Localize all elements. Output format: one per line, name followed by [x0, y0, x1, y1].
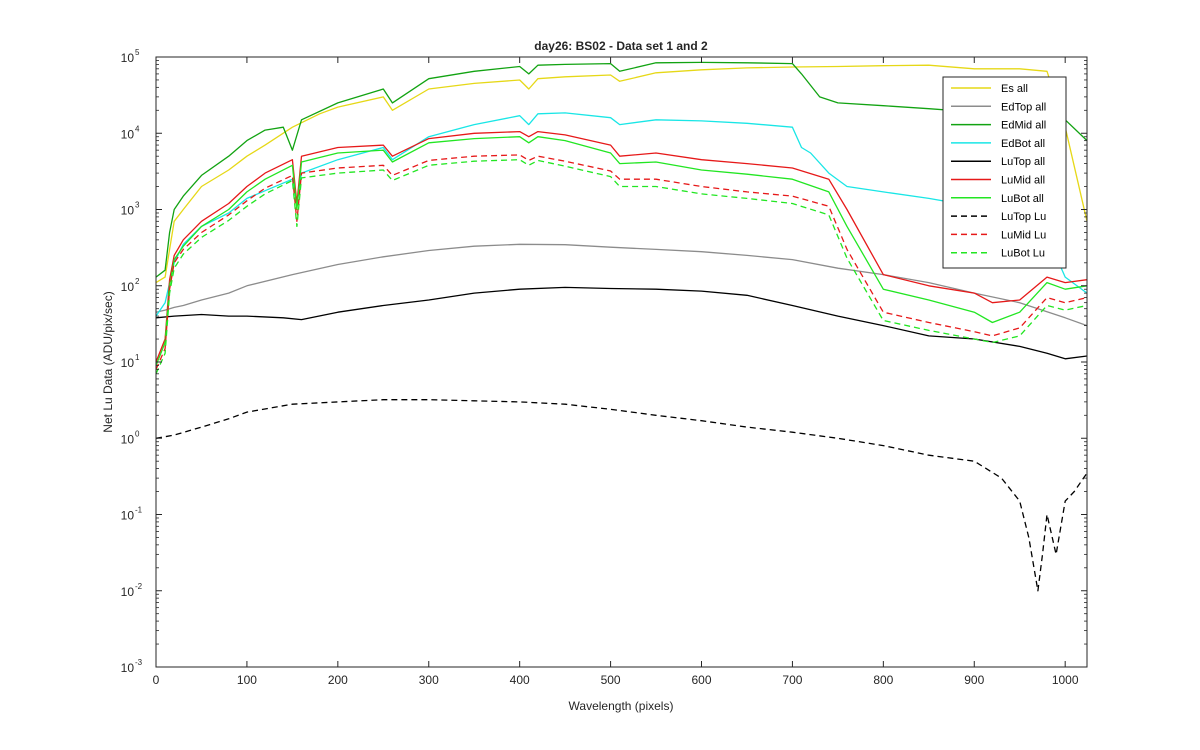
chart: 0 100 200 300 400 500 600 700 800 900 1000 10 510 41… [0, 0, 1200, 750]
y-tick-exponent--2: -2 [135, 582, 143, 591]
y-tick-exponent--1: -1 [135, 506, 143, 515]
x-tick-label-200: 200 [328, 673, 348, 687]
x-tick-label-100: 100 [237, 673, 257, 687]
x-tick-label-300: 300 [419, 673, 439, 687]
y-tick-label-3: 10 [121, 204, 135, 218]
y-tick-label--2: 10 [121, 585, 135, 599]
legend-label-1: EdTop all [1001, 101, 1046, 113]
x-tick-label-0: 0 [153, 673, 160, 687]
y-tick-exponent-5: 5 [135, 48, 140, 57]
y-tick-exponent-3: 3 [135, 201, 140, 210]
legend-label-2: EdMid all [1001, 120, 1046, 132]
legend-label-7: LuTop Lu [1001, 211, 1046, 223]
x-tick-label-500: 500 [601, 673, 621, 687]
y-axis-label: Net Lu Data (ADU/pix/sec) [101, 291, 115, 432]
legend-label-4: LuTop all [1001, 156, 1045, 168]
legend: Es all EdTop all EdMid all EdBot all LuTop a… [942, 76, 1067, 269]
x-tick-label-900: 900 [964, 673, 984, 687]
y-tick-exponent-4: 4 [135, 124, 140, 133]
legend-label-3: EdBot all [1001, 138, 1045, 150]
y-tick-label--3: 10 [121, 661, 135, 675]
legend-label-5: LuMid all [1001, 175, 1045, 187]
y-tick-label-2: 10 [121, 280, 135, 294]
x-tick-label-400: 400 [510, 673, 530, 687]
y-tick-exponent-2: 2 [135, 277, 140, 286]
y-tick-label-5: 10 [121, 51, 135, 65]
y-tick-label-4: 10 [121, 127, 135, 141]
x-tick-label-800: 800 [873, 673, 893, 687]
y-tick-exponent-0: 0 [135, 429, 140, 438]
legend-label-8: LuMid Lu [1001, 229, 1046, 241]
legend-label-6: LuBot all [1001, 193, 1044, 205]
x-axis-label: Wavelength (pixels) [569, 699, 674, 713]
x-tick-label-700: 700 [782, 673, 802, 687]
y-tick-exponent--3: -3 [135, 658, 143, 667]
x-tick-label-600: 600 [691, 673, 711, 687]
y-tick-label-0: 10 [121, 432, 135, 446]
y-tick-label--1: 10 [121, 509, 135, 523]
y-tick-label-1: 10 [121, 356, 135, 370]
chart-title: day26: BS02 - Data set 1 and 2 [534, 39, 708, 53]
legend-label-0: Es all [1001, 83, 1028, 95]
legend-label-9: LuBot Lu [1001, 248, 1045, 260]
y-tick-exponent-1: 1 [135, 353, 140, 362]
x-tick-label-1000: 1000 [1052, 673, 1079, 687]
